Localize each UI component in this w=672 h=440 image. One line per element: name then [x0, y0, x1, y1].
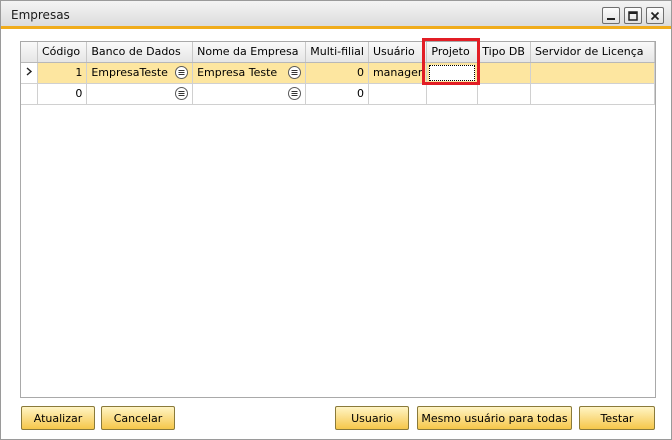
link-arrow-icon[interactable] [288, 66, 302, 79]
col-header-tipo-db[interactable]: Tipo DB [477, 42, 531, 63]
link-arrow-icon[interactable] [175, 87, 189, 100]
cell-projeto[interactable] [426, 62, 479, 84]
empresas-grid: Código Banco de Dados Nome da Empresa Mu… [20, 41, 656, 398]
cell-tipo-db[interactable] [477, 62, 531, 84]
cell-banco-de-dados[interactable]: EmpresaTeste [86, 62, 194, 84]
cell-multi-filial[interactable]: 0 [305, 62, 369, 84]
col-header-multi-filial[interactable]: Multi-filial [305, 42, 369, 63]
chevron-right-icon [26, 67, 33, 76]
col-header-usuario[interactable]: Usuário [368, 42, 428, 63]
projeto-focus-cell[interactable] [429, 64, 476, 81]
close-button[interactable] [646, 7, 664, 24]
grid-table: Código Banco de Dados Nome da Empresa Mu… [21, 42, 656, 105]
maximize-button[interactable] [624, 7, 642, 24]
maximize-icon [628, 10, 638, 21]
cell-banco-de-dados[interactable] [86, 83, 194, 105]
cell-codigo[interactable]: 1 [37, 62, 88, 84]
table-row[interactable]: 1 EmpresaTeste Empresa Teste 0 manager [21, 62, 656, 84]
cell-usuario[interactable] [368, 83, 428, 105]
cell-multi-filial[interactable]: 0 [305, 83, 369, 105]
cell-banco-de-dados-text: EmpresaTeste [91, 66, 168, 79]
cell-servidor-de-licenca[interactable] [530, 62, 656, 84]
title-bar: Empresas [1, 1, 671, 29]
usuario-button[interactable]: Usuario [335, 406, 409, 430]
cell-codigo[interactable]: 0 [37, 83, 88, 105]
close-icon [650, 11, 660, 20]
cell-usuario[interactable]: manager [368, 62, 428, 84]
cell-nome-da-empresa-text: Empresa Teste [197, 66, 278, 79]
mesmo-usuario-para-todas-button[interactable]: Mesmo usuário para todas [417, 406, 572, 430]
atualizar-button[interactable]: Atualizar [21, 406, 95, 430]
cell-nome-da-empresa[interactable] [192, 83, 307, 105]
cell-servidor-de-licenca[interactable] [530, 83, 656, 105]
minimize-icon [607, 17, 615, 20]
link-arrow-icon[interactable] [288, 87, 302, 100]
cell-projeto[interactable] [426, 83, 479, 105]
empresas-window: Empresas Código Banco de Dados Nome da E… [0, 0, 672, 440]
row-indicator[interactable] [21, 83, 38, 105]
cell-nome-da-empresa[interactable]: Empresa Teste [192, 62, 307, 84]
minimize-button[interactable] [602, 7, 620, 24]
col-header-servidor-de-licenca[interactable]: Servidor de Licença [530, 42, 656, 63]
col-header-codigo[interactable]: Código [37, 42, 88, 63]
grid-header-row: Código Banco de Dados Nome da Empresa Mu… [21, 42, 656, 63]
row-indicator[interactable] [21, 62, 38, 84]
cell-tipo-db[interactable] [477, 83, 531, 105]
col-header-nome-da-empresa[interactable]: Nome da Empresa [192, 42, 307, 63]
grid-corner [21, 42, 38, 63]
testar-button[interactable]: Testar [579, 406, 655, 430]
col-header-banco-de-dados[interactable]: Banco de Dados [86, 42, 194, 63]
col-header-projeto[interactable]: Projeto [426, 42, 479, 63]
cancelar-button[interactable]: Cancelar [101, 406, 175, 430]
table-row[interactable]: 0 0 [21, 83, 656, 105]
link-arrow-icon[interactable] [175, 66, 189, 79]
window-title: Empresas [11, 8, 70, 22]
